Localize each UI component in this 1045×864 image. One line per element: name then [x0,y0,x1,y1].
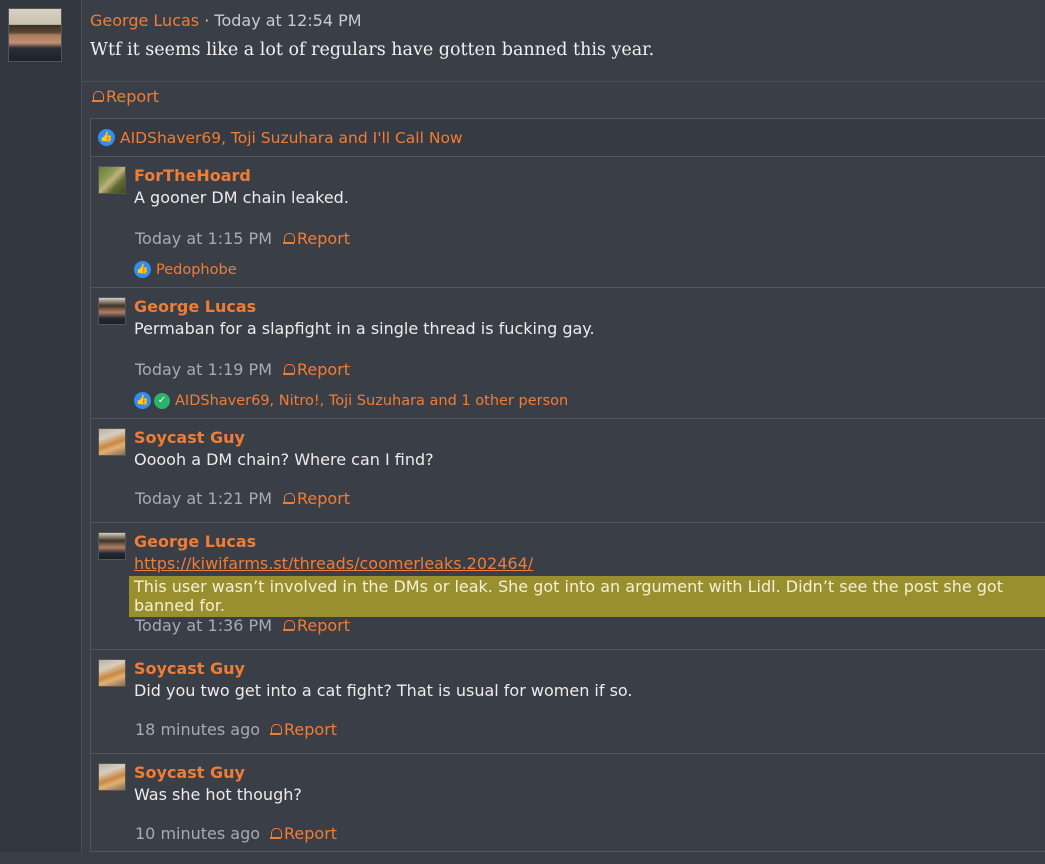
op-timestamp[interactable]: Today at 12:54 PM [214,11,361,30]
reply-author-link[interactable]: Soycast Guy [134,763,245,782]
reply-report-link[interactable]: Report [283,229,350,248]
bell-icon [283,363,294,376]
op-avatar[interactable] [8,8,62,62]
reply-timestamp[interactable]: Today at 1:36 PM [135,616,272,635]
reply-timestamp[interactable]: Today at 1:15 PM [135,229,272,248]
op-reactions-text[interactable]: AIDShaver69, Toji Suzuhara and I'll Call… [120,129,463,147]
report-label: Report [297,489,350,508]
reply-timestamp[interactable]: Today at 1:21 PM [135,489,272,508]
op-meta: George Lucas · Today at 12:54 PM [90,11,362,30]
left-user-column [0,0,82,852]
reply-text: Was she hot though? [134,785,302,804]
avatar[interactable] [98,659,126,687]
bell-icon [283,232,294,245]
reply-text: Ooooh a DM chain? Where can I find? [134,450,434,469]
avatar[interactable] [98,532,126,560]
reply-reactions[interactable]: 👍 Pedophobe [134,261,237,278]
op-report-label: Report [106,87,159,106]
bell-icon [270,827,281,840]
reply-author-link[interactable]: Soycast Guy [134,659,245,678]
report-label: Report [297,616,350,635]
avatar[interactable] [98,297,126,325]
reply-reactions-text[interactable]: Pedophobe [156,262,237,278]
reply-item: Soycast Guy Ooooh a DM chain? Where can … [91,419,1045,523]
reply-item: George Lucas https://kiwifarms.st/thread… [91,523,1045,650]
like-icon: 👍 [134,392,151,409]
reply-timestamp[interactable]: Today at 1:19 PM [135,360,272,379]
reply-author-link[interactable]: George Lucas [134,297,256,316]
reply-item: Soycast Guy Did you two get into a cat f… [91,650,1045,754]
avatar[interactable] [98,166,126,194]
reply-report-link[interactable]: Report [283,360,350,379]
reply-reactions-text[interactable]: AIDShaver69, Nitro!, Toji Suzuhara and 1… [175,393,568,409]
bell-icon [283,619,294,632]
bell-icon [92,90,103,103]
reply-reactions[interactable]: 👍 ✓ AIDShaver69, Nitro!, Toji Suzuhara a… [134,392,568,409]
thread-link[interactable]: https://kiwifarms.st/threads/coomerleaks… [134,554,533,573]
op-meta-separator: · [199,11,214,30]
avatar[interactable] [98,763,126,791]
reply-text: A gooner DM chain leaked. [134,188,349,207]
report-label: Report [297,229,350,248]
reply-author-link[interactable]: George Lucas [134,532,256,551]
op-post: George Lucas · Today at 12:54 PM Wtf it … [82,0,1045,82]
reply-text: Permaban for a slapfight in a single thr… [134,319,595,338]
reply-report-link[interactable]: Report [283,616,350,635]
reply-item: ForTheHoard A gooner DM chain leaked. To… [91,157,1045,288]
op-report-link[interactable]: Report [92,87,159,106]
report-label: Report [284,824,337,843]
op-message-text: Wtf it seems like a lot of regulars have… [90,40,654,60]
highlighted-text: This user wasn’t involved in the DMs or … [129,576,1045,617]
reply-author-link[interactable]: ForTheHoard [134,166,251,185]
op-reactions-bar[interactable]: 👍 AIDShaver69, Toji Suzuhara and I'll Ca… [91,119,1045,157]
bell-icon [270,723,281,736]
reply-text: Did you two get into a cat fight? That i… [134,681,633,700]
reply-report-link[interactable]: Report [270,720,337,739]
reply-author-link[interactable]: Soycast Guy [134,428,245,447]
report-label: Report [297,360,350,379]
avatar[interactable] [98,428,126,456]
reply-timestamp[interactable]: 10 minutes ago [135,824,260,843]
report-label: Report [284,720,337,739]
checkmark-icon: ✓ [154,393,170,409]
bell-icon [283,492,294,505]
reply-thread: 👍 AIDShaver69, Toji Suzuhara and I'll Ca… [90,118,1045,852]
like-icon: 👍 [134,261,151,278]
reply-timestamp[interactable]: 18 minutes ago [135,720,260,739]
op-author-link[interactable]: George Lucas [90,11,199,30]
reply-item: George Lucas Permaban for a slapfight in… [91,288,1045,419]
like-icon: 👍 [98,129,115,146]
reply-item: Soycast Guy Was she hot though? 10 minut… [91,754,1045,864]
reply-report-link[interactable]: Report [283,489,350,508]
reply-report-link[interactable]: Report [270,824,337,843]
